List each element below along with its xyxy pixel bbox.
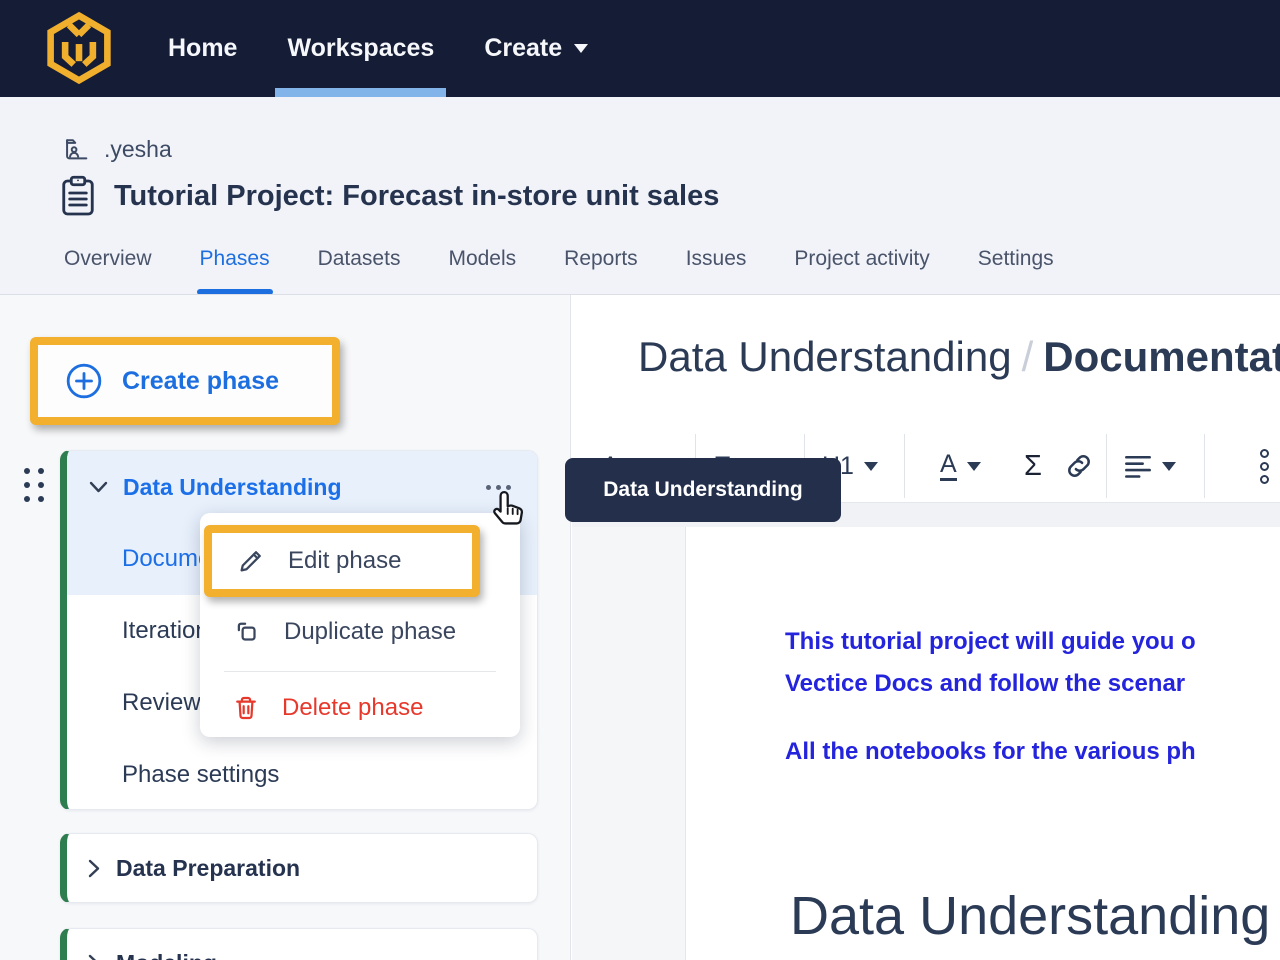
tab-datasets[interactable]: Datasets <box>318 247 401 295</box>
workspace-icon <box>62 135 92 163</box>
phase-context-menu: Edit phase Duplicate phase <box>200 513 520 737</box>
phase-card-data-preparation[interactable]: Data Preparation <box>60 833 538 903</box>
document-paragraph-line: Vectice Docs and follow the scenar <box>785 670 1185 698</box>
formula-button[interactable]: Σ <box>1024 430 1042 502</box>
breadcrumb-phase: Data Understanding <box>638 333 1012 380</box>
tooltip: Data Understanding <box>565 458 841 522</box>
main-nav: Home Workspaces Create <box>168 0 588 97</box>
document-paragraph-line: This tutorial project will guide you o <box>785 628 1196 656</box>
tab-issues[interactable]: Issues <box>686 247 747 295</box>
toolbar-divider <box>1106 434 1107 498</box>
phase-item-phase-settings[interactable]: Phase settings <box>67 739 537 810</box>
chevron-down-icon <box>574 44 588 53</box>
bullet-list-icon[interactable] <box>1260 430 1269 502</box>
breadcrumb-section: Documentation <box>1043 333 1280 380</box>
breadcrumb[interactable]: .yesha <box>62 135 172 163</box>
edit-phase-label: Edit phase <box>288 547 401 575</box>
active-nav-underline <box>275 88 446 97</box>
document-paragraph-line: All the notebooks for the various ph <box>785 738 1196 766</box>
menu-item-edit-phase[interactable]: Edit phase <box>204 525 480 597</box>
document-breadcrumb: Data Understanding/Documentation <box>638 333 1280 381</box>
trash-icon <box>232 694 260 722</box>
project-tabs: Overview Phases Datasets Models Reports … <box>64 247 1054 295</box>
pencil-icon <box>236 546 266 576</box>
breadcrumb-separator: / <box>1022 333 1034 380</box>
link-icon[interactable] <box>1064 430 1094 502</box>
page-title: Tutorial Project: Forecast in-store unit… <box>114 180 719 213</box>
project-header: .yesha Tutorial Project: Forecast in-sto… <box>0 97 1280 295</box>
chevron-right-icon <box>88 954 100 960</box>
chevron-right-icon <box>88 859 100 878</box>
nav-item-workspaces[interactable]: Workspaces <box>287 0 434 97</box>
toolbar-divider <box>904 434 905 498</box>
tab-settings[interactable]: Settings <box>978 247 1054 295</box>
project-title-row: Tutorial Project: Forecast in-store unit… <box>60 175 719 217</box>
document-gutter <box>572 527 686 960</box>
delete-phase-label: Delete phase <box>282 694 423 722</box>
plus-circle-icon <box>64 361 104 401</box>
phase-name: Data Preparation <box>116 855 300 882</box>
drag-handle[interactable] <box>24 468 44 502</box>
workspace-name: .yesha <box>104 136 172 163</box>
nav-item-create[interactable]: Create <box>484 0 588 97</box>
tab-models[interactable]: Models <box>448 247 516 295</box>
create-phase-label: Create phase <box>122 367 279 396</box>
phase-card-modeling[interactable]: Modeling <box>60 928 538 960</box>
document-heading: Data Understanding <box>790 885 1270 947</box>
chevron-down-icon <box>1162 462 1176 471</box>
tab-project-activity[interactable]: Project activity <box>794 247 929 295</box>
duplicate-phase-label: Duplicate phase <box>284 618 456 646</box>
duplicate-icon <box>232 617 262 647</box>
vectice-logo-icon[interactable] <box>46 9 112 87</box>
tab-reports[interactable]: Reports <box>564 247 638 295</box>
align-button[interactable] <box>1124 430 1176 502</box>
chevron-down-icon <box>89 481 108 493</box>
menu-item-duplicate-phase[interactable]: Duplicate phase <box>200 609 520 655</box>
tab-overview[interactable]: Overview <box>64 247 152 295</box>
phase-document-panel: Data Understanding/Documentation Aa TT H… <box>572 295 1280 960</box>
chevron-down-icon <box>864 462 878 471</box>
tab-phases[interactable]: Phases <box>200 247 270 295</box>
nav-workspaces-label: Workspaces <box>287 34 434 63</box>
nav-home-label: Home <box>168 34 237 63</box>
phase-name: Modeling <box>116 950 217 960</box>
chevron-down-icon <box>967 462 981 471</box>
phases-sidebar: Create phase Data Understanding Document… <box>0 295 571 960</box>
hand-cursor-icon <box>489 489 527 529</box>
toolbar-divider <box>1204 434 1205 498</box>
top-navbar: Home Workspaces Create <box>0 0 1280 97</box>
text-color-button[interactable]: A <box>940 430 981 502</box>
nav-item-home[interactable]: Home <box>168 0 237 97</box>
project-icon <box>60 175 96 217</box>
menu-item-delete-phase[interactable]: Delete phase <box>200 685 520 731</box>
phase-name: Data Understanding <box>123 474 342 501</box>
menu-divider <box>224 671 496 672</box>
app-window: Home Workspaces Create .yesha <box>0 0 1280 960</box>
create-phase-button[interactable]: Create phase <box>30 337 340 425</box>
nav-create-label: Create <box>484 34 562 63</box>
